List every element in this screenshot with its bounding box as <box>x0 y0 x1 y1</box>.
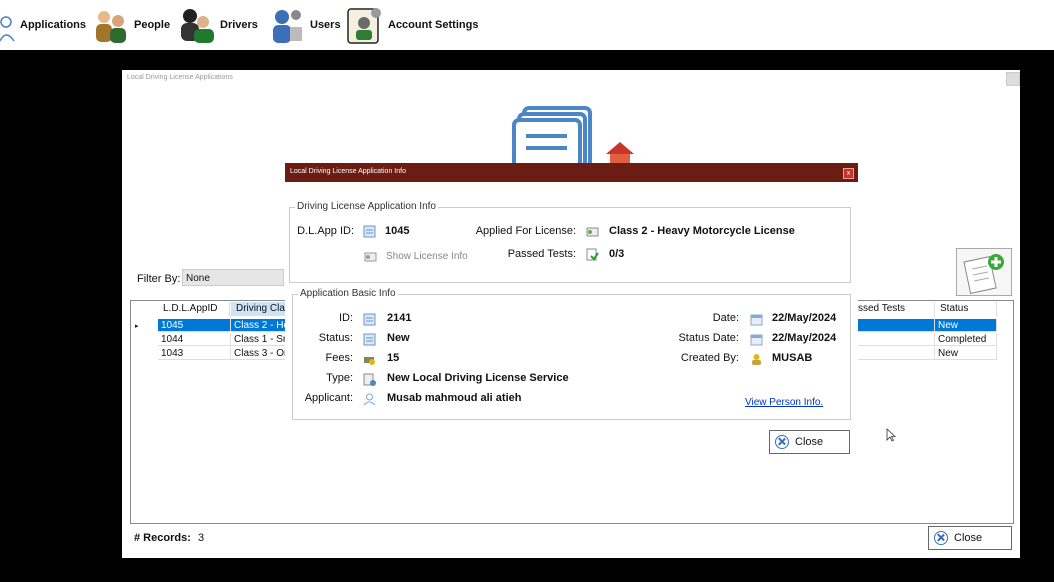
menu-people[interactable]: People <box>92 4 170 46</box>
application-type-icon <box>363 373 376 386</box>
cell-class: Class 2 - He <box>231 319 287 332</box>
cell-status: New <box>935 347 997 360</box>
records-label: # Records: <box>134 532 191 544</box>
id-value: 2141 <box>387 312 412 324</box>
dialog-close-label: Close <box>795 436 824 448</box>
people-icon <box>96 11 126 43</box>
view-person-info-link[interactable]: View Person Info. <box>745 397 823 408</box>
created-by-label: Created By: <box>680 352 739 364</box>
money-icon <box>364 357 375 365</box>
cell-status: New <box>935 319 997 332</box>
applicant-value: Musab mahmoud ali atieh <box>387 392 522 404</box>
applied-for-value: Class 2 - Heavy Motorcycle License <box>609 225 795 237</box>
id-card-icon <box>363 313 376 326</box>
filter-select[interactable]: None <box>182 269 284 286</box>
cell-passed-tests <box>853 333 935 346</box>
filter-label: Filter By: <box>137 273 181 285</box>
status-value: New <box>387 332 410 344</box>
col-header-class[interactable]: Driving Cla <box>231 302 287 316</box>
status-date-value: 22/May/2024 <box>772 332 837 344</box>
id-label: ID: <box>338 312 353 324</box>
users-icon <box>273 10 302 43</box>
menu-account-settings[interactable]: Account Settings <box>346 4 478 46</box>
status-date-label: Status Date: <box>678 332 739 344</box>
window-close-icon[interactable] <box>1006 72 1020 86</box>
add-application-button[interactable] <box>956 248 1012 296</box>
license-card-icon <box>586 227 599 237</box>
col-header-status[interactable]: Status <box>935 302 997 316</box>
row-selector-icon: ▸ <box>135 323 139 330</box>
cell-id: 1043 <box>158 347 231 360</box>
records-count: 3 <box>198 532 205 544</box>
menu-drivers[interactable]: Drivers <box>178 4 258 46</box>
main-close-button[interactable]: Close <box>928 526 1012 550</box>
main-close-label: Close <box>954 532 983 544</box>
dialog-title: Local Driving License Application Info <box>290 168 406 175</box>
type-value: New Local Driving License Service <box>387 372 569 384</box>
cell-passed-tests <box>853 319 935 332</box>
status-icon <box>363 333 376 346</box>
dl-app-id-value: 1045 <box>385 225 410 237</box>
add-document-icon <box>963 254 1004 294</box>
calendar-icon <box>750 314 763 326</box>
person-icon <box>363 393 376 406</box>
license-info-group: Driving License Application Info D.L.App… <box>289 201 851 283</box>
date-value: 22/May/2024 <box>772 312 837 324</box>
applied-for-label: Applied For License: <box>475 225 576 237</box>
account-settings-icon <box>347 8 381 44</box>
basic-info-group-title: Application Basic Info <box>298 288 398 299</box>
show-license-info-link[interactable]: Show License Info <box>386 251 468 262</box>
calendar-icon <box>750 334 763 346</box>
menu-applications[interactable]: Applications <box>0 4 86 46</box>
cell-passed-tests <box>853 347 935 360</box>
applicant-label: Applicant: <box>304 392 353 404</box>
type-label: Type: <box>326 372 353 384</box>
close-icon <box>934 531 948 545</box>
date-label: Date: <box>712 312 739 324</box>
cell-status: Completed <box>935 333 997 346</box>
menu-users[interactable]: Users <box>268 4 341 46</box>
id-card-icon <box>363 225 376 238</box>
window-title: Local Driving License Applications <box>127 74 233 81</box>
menu-account-settings-label: Account Settings <box>388 19 479 31</box>
status-label: Status: <box>318 332 353 344</box>
cell-class: Class 1 - Sn <box>231 333 287 346</box>
close-icon <box>775 435 789 449</box>
passed-tests-value: 0/3 <box>609 248 625 260</box>
license-info-group-title: Driving License Application Info <box>295 201 438 212</box>
mouse-cursor-icon <box>886 428 896 442</box>
user-outline-icon <box>0 16 15 42</box>
col-header-id[interactable]: L.D.L.AppID <box>158 302 230 316</box>
cell-id: 1044 <box>158 333 231 346</box>
passed-tests-label: Passed Tests: <box>507 248 576 260</box>
menu-people-label: People <box>134 19 171 31</box>
menu-applications-label: Applications <box>20 19 87 31</box>
fees-label: Fees: <box>325 352 353 364</box>
fees-value: 15 <box>387 352 400 364</box>
dialog-titlebar: Local Driving License Application Info x <box>285 163 858 182</box>
show-license-icon <box>364 252 377 262</box>
cell-id: 1045 <box>158 319 231 332</box>
menu-drivers-label: Drivers <box>220 19 258 31</box>
dl-app-id-label: D.L.App ID: <box>297 225 354 237</box>
basic-info-group: Application Basic Info ID: 2141 Status: … <box>292 288 851 420</box>
cell-class: Class 3 - Or <box>231 347 287 360</box>
menu-users-label: Users <box>310 19 341 31</box>
dialog-close-button[interactable]: Close <box>769 430 850 454</box>
drivers-icon <box>181 9 214 43</box>
user-icon <box>752 354 761 365</box>
dialog-close-icon[interactable]: x <box>843 168 854 179</box>
menu-bar: Applications People Drivers Users Accoun… <box>0 0 1054 50</box>
created-by-value: MUSAB <box>772 352 813 364</box>
col-header-passed-tests[interactable]: ssed Tests <box>853 302 935 316</box>
applications-header-icon <box>512 106 634 166</box>
dialog-body: Driving License Application Info D.L.App… <box>285 182 858 463</box>
test-check-icon <box>586 248 599 261</box>
application-info-dialog: Local Driving License Application Info x… <box>285 163 858 463</box>
